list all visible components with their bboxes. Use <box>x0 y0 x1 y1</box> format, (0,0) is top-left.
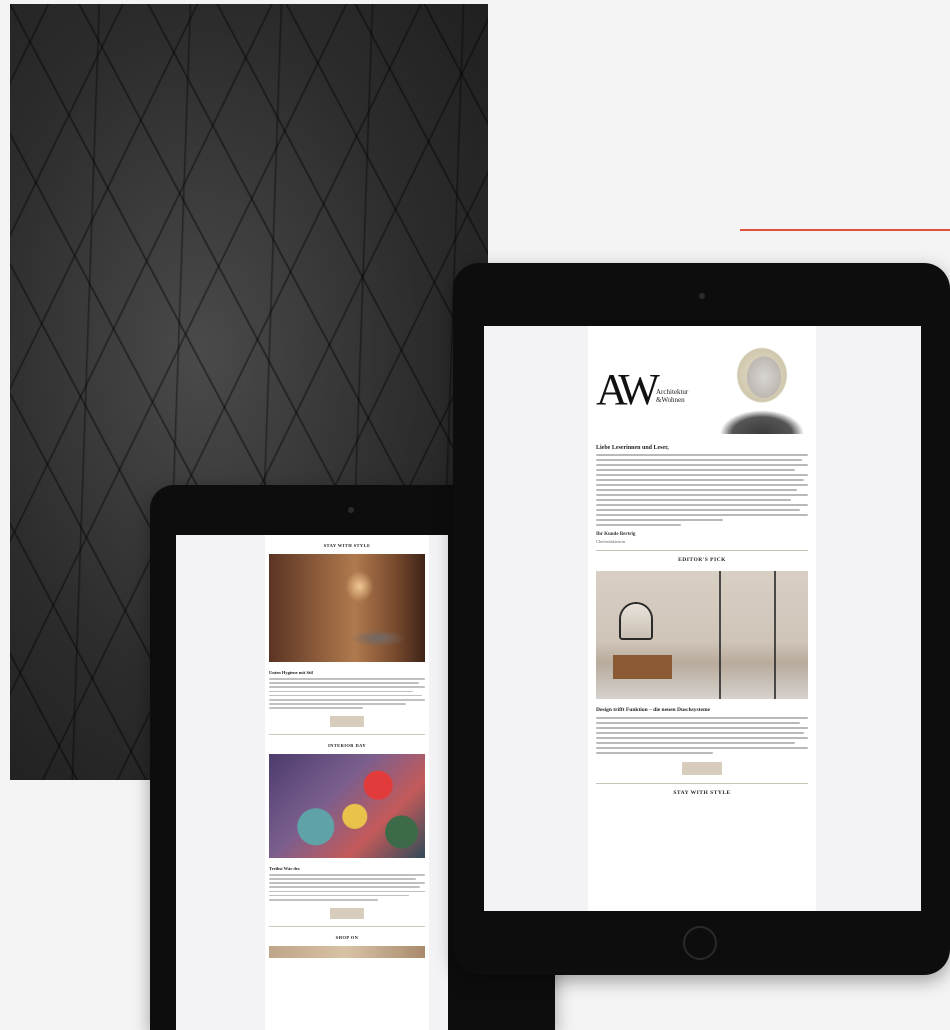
tablet-large: AW Architektur &Wohnen Liebe Leserinnen … <box>453 263 950 975</box>
camera-icon <box>699 293 705 299</box>
body-text <box>269 873 425 901</box>
read-more-button[interactable] <box>330 907 364 919</box>
newsletter-large: AW Architektur &Wohnen Liebe Leserinnen … <box>588 326 816 911</box>
section-heading: EDITOR'S PICK <box>678 557 726 563</box>
logo-subtitle-line: &Wohnen <box>656 396 685 404</box>
divider <box>269 925 425 927</box>
tablet-small-screen: STAY WITH STYLE Unten Hygiene mit Stil I… <box>176 535 448 1030</box>
section-heading: STAY WITH STYLE <box>673 790 731 796</box>
divider <box>596 783 808 784</box>
logo-subtitle-line: Architektur <box>656 388 689 396</box>
section-heading: SHOP ON <box>335 934 359 940</box>
divider <box>269 733 425 735</box>
accent-line <box>740 229 950 231</box>
logo-subtitle: Architektur &Wohnen <box>656 388 688 404</box>
colorful-art-image <box>269 753 425 858</box>
read-more-button[interactable] <box>330 715 364 727</box>
signature-role: Chefredakteurin <box>596 539 626 544</box>
card-title: Treibst Wär des <box>269 865 300 871</box>
read-more-button[interactable] <box>682 762 722 775</box>
card-title: Design trifft Funktion – die neuen Dusch… <box>596 707 710 713</box>
divider <box>596 550 808 551</box>
editor-portrait <box>712 336 812 434</box>
section-heading: STAY WITH STYLE <box>323 543 371 548</box>
section-heading: INTERIOR DAY <box>327 742 367 748</box>
newsletter-small: STAY WITH STYLE Unten Hygiene mit Stil I… <box>265 535 429 1030</box>
aw-logo: AW <box>596 365 660 414</box>
interior-room-image <box>269 554 425 662</box>
shop-image <box>269 945 425 958</box>
camera-icon <box>348 507 354 513</box>
body-text <box>596 717 808 754</box>
greeting: Liebe Leserinnen und Leser, <box>596 445 669 451</box>
signature-name: Ihr Kunde Bertrig <box>596 532 636 537</box>
home-button[interactable] <box>683 926 717 960</box>
card-title: Unten Hygiene mit Stil <box>269 670 313 675</box>
intro-text <box>596 454 808 526</box>
tablet-large-screen: AW Architektur &Wohnen Liebe Leserinnen … <box>484 326 921 911</box>
body-text <box>269 678 425 709</box>
newsletter-header: AW Architektur &Wohnen <box>588 336 816 441</box>
bathroom-image <box>596 571 808 699</box>
